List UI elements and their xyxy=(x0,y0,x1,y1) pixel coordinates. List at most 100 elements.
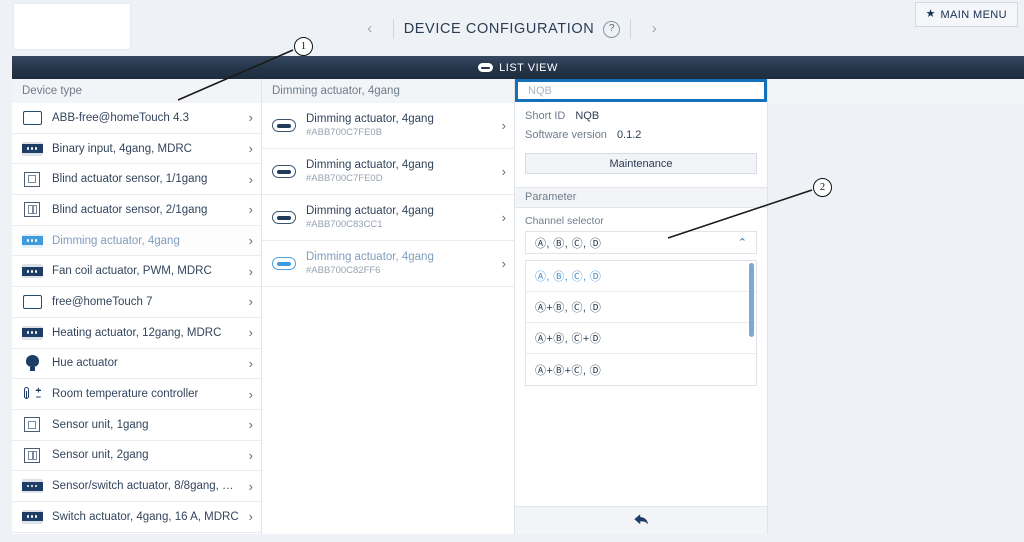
screen-icon xyxy=(21,109,43,126)
device-row-text: Dimming actuator, 4gang #ABB700C7FE0B xyxy=(306,113,496,138)
maintenance-button[interactable]: Maintenance xyxy=(525,153,757,174)
device-name: Dimming actuator, 4gang xyxy=(306,205,434,217)
chevron-right-icon: › xyxy=(501,210,506,225)
dimming-actuator-icon xyxy=(271,119,297,132)
device-detail-column: Short ID NQB Software version 0.1.2 Main… xyxy=(515,79,768,534)
mdrc-icon xyxy=(21,140,43,157)
device-type-label: Sensor unit, 2gang xyxy=(52,449,149,462)
square-double-icon xyxy=(21,447,43,464)
chevron-right-icon: › xyxy=(248,447,253,463)
bulb-icon xyxy=(21,355,43,372)
chevron-right-icon: › xyxy=(248,417,253,433)
short-id-label: Short ID xyxy=(525,110,566,122)
help-icon[interactable]: ? xyxy=(603,20,621,38)
mdrc-icon xyxy=(21,508,43,525)
device-row[interactable]: Dimming actuator, 4gang #ABB700C7FE0B › xyxy=(262,103,514,149)
device-type-label: Blind actuator sensor, 1/1gang xyxy=(52,173,208,186)
dimming-actuator-icon xyxy=(271,257,297,270)
device-name-input[interactable] xyxy=(526,83,756,98)
device-type-row[interactable]: + − Room temperature controller › xyxy=(12,379,261,410)
channel-option[interactable]: Ⓐ+Ⓑ+Ⓒ, Ⓓ xyxy=(526,354,756,385)
device-type-label: Sensor unit, 1gang xyxy=(52,418,149,431)
chevron-right-icon: › xyxy=(501,256,506,271)
back-arrow-icon[interactable] xyxy=(633,513,649,529)
device-list-column-header: Dimming actuator, 4gang xyxy=(262,79,514,104)
top-bar: ‹ DEVICE CONFIGURATION ? › ★ MAIN MENU xyxy=(0,0,1024,56)
device-type-row[interactable]: Blind actuator sensor, 1/1gang › xyxy=(12,164,261,196)
device-type-row[interactable]: Sensor/switch actuator, 8/8gang, MDRC › xyxy=(12,471,261,502)
detail-footer[interactable] xyxy=(515,506,767,534)
channel-option-label: Ⓐ, Ⓑ, Ⓒ, Ⓓ xyxy=(535,271,602,283)
chevron-right-icon: › xyxy=(248,171,253,187)
software-version-value: 0.1.2 xyxy=(616,129,642,141)
channel-selector-options[interactable]: Ⓐ, Ⓑ, Ⓒ, Ⓓ Ⓐ+Ⓑ, Ⓒ, Ⓓ Ⓐ+Ⓑ, Ⓒ+Ⓓ Ⓐ+Ⓑ+Ⓒ, Ⓓ xyxy=(525,260,757,386)
dropdown-scrollbar[interactable] xyxy=(749,263,754,337)
device-row[interactable]: Dimming actuator, 4gang #ABB700C7FE0D › xyxy=(262,149,514,195)
device-type-label: free@homeTouch 7 xyxy=(52,295,153,308)
mdrc-icon xyxy=(21,263,43,280)
chevron-right-icon: › xyxy=(248,386,253,402)
mdrc-icon-light xyxy=(21,232,43,249)
device-type-label: ABB-free@homeTouch 4.3 xyxy=(52,111,189,124)
device-serial: #ABB700C82FF6 xyxy=(306,265,381,276)
device-serial: #ABB700C83CC1 xyxy=(306,219,383,230)
main-menu-button[interactable]: ★ MAIN MENU xyxy=(914,2,1018,27)
columns-container: Device type ABB-free@homeTouch 4.3 › Binar… xyxy=(12,79,1024,534)
device-list[interactable]: Dimming actuator, 4gang #ABB700C7FE0B › Dim… xyxy=(262,103,514,534)
square-double-icon xyxy=(21,201,43,218)
chevron-right-icon: › xyxy=(248,325,253,341)
device-type-row[interactable]: Sensor unit, 1gang › xyxy=(12,409,261,441)
device-type-label: Sensor/switch actuator, 8/8gang, MDRC xyxy=(52,480,243,493)
channel-selector-dropdown[interactable]: Ⓐ, Ⓑ, Ⓒ, Ⓓ ⌃ xyxy=(525,231,757,254)
mdrc-icon xyxy=(21,478,43,495)
channel-option[interactable]: Ⓐ, Ⓑ, Ⓒ, Ⓓ xyxy=(526,261,756,292)
device-type-row[interactable]: Hue actuator › xyxy=(12,348,261,380)
channel-selector-value: Ⓐ, Ⓑ, Ⓒ, Ⓓ xyxy=(535,237,602,250)
device-detail-body: Short ID NQB Software version 0.1.2 Main… xyxy=(515,79,767,534)
device-type-label: Dimming actuator, 4gang xyxy=(52,234,180,247)
next-page-button[interactable]: › xyxy=(641,14,667,44)
channel-option[interactable]: Ⓐ+Ⓑ, Ⓒ, Ⓓ xyxy=(526,292,756,323)
empty-column-header xyxy=(768,79,1024,104)
device-type-row[interactable]: Switch actuator, 4gang, 16 A, MDRC › xyxy=(12,501,261,533)
parameter-section-header: Parameter xyxy=(515,187,767,208)
device-chip-icon xyxy=(478,63,494,72)
dimming-actuator-icon xyxy=(271,165,297,178)
list-view-banner[interactable]: LIST VIEW xyxy=(12,56,1024,79)
software-version-row: Software version 0.1.2 xyxy=(515,122,767,141)
list-view-label: LIST VIEW xyxy=(499,61,558,74)
device-type-column-header: Device type xyxy=(12,79,261,104)
channel-selector-label: Channel selector xyxy=(525,215,604,227)
device-type-row[interactable]: free@homeTouch 7 › xyxy=(12,287,261,318)
chevron-right-icon: › xyxy=(248,294,253,310)
device-row-text: Dimming actuator, 4gang #ABB700C83CC1 xyxy=(306,205,496,230)
empty-column-body xyxy=(768,103,1024,534)
software-version-label: Software version xyxy=(525,129,607,141)
channel-option[interactable]: Ⓐ+Ⓑ, Ⓒ+Ⓓ xyxy=(526,323,756,354)
dimming-actuator-icon xyxy=(271,211,297,224)
device-type-row[interactable]: Blind actuator sensor, 2/1gang › xyxy=(12,195,261,226)
star-icon: ★ xyxy=(925,8,936,20)
device-row[interactable]: Dimming actuator, 4gang #ABB700C82FF6 › xyxy=(262,241,514,287)
device-list-column: Dimming actuator, 4gang Dimming actuator… xyxy=(262,79,515,534)
device-type-list[interactable]: ABB-free@homeTouch 4.3 › Binary input, 4ga… xyxy=(12,103,261,534)
device-type-row[interactable]: Fan coil actuator, PWM, MDRC › xyxy=(12,256,261,288)
mdrc-icon xyxy=(21,324,43,341)
device-type-row[interactable]: Binary input, 4gang, MDRC › xyxy=(12,133,261,165)
prev-page-button[interactable]: ‹ xyxy=(357,14,383,44)
device-type-row[interactable]: Dimming actuator, 4gang › xyxy=(12,225,261,257)
device-type-row[interactable]: Sensor unit, 2gang › xyxy=(12,440,261,472)
device-name-field[interactable] xyxy=(515,79,767,102)
page-title: DEVICE CONFIGURATION xyxy=(403,21,595,37)
chevron-right-icon: › xyxy=(248,233,253,249)
device-type-row[interactable]: ABB-free@homeTouch 4.3 › xyxy=(12,103,261,134)
divider xyxy=(392,19,394,39)
chevron-right-icon: › xyxy=(248,355,253,371)
square-single-icon xyxy=(21,416,43,433)
device-type-row[interactable]: Heating actuator, 12gang, MDRC › xyxy=(12,317,261,349)
device-name: Dimming actuator, 4gang xyxy=(306,251,434,263)
device-row[interactable]: Dimming actuator, 4gang #ABB700C83CC1 › xyxy=(262,195,514,241)
chevron-right-icon: › xyxy=(501,118,506,133)
chevron-right-icon: › xyxy=(248,110,253,126)
device-row-text: Dimming actuator, 4gang #ABB700C82FF6 xyxy=(306,251,496,276)
